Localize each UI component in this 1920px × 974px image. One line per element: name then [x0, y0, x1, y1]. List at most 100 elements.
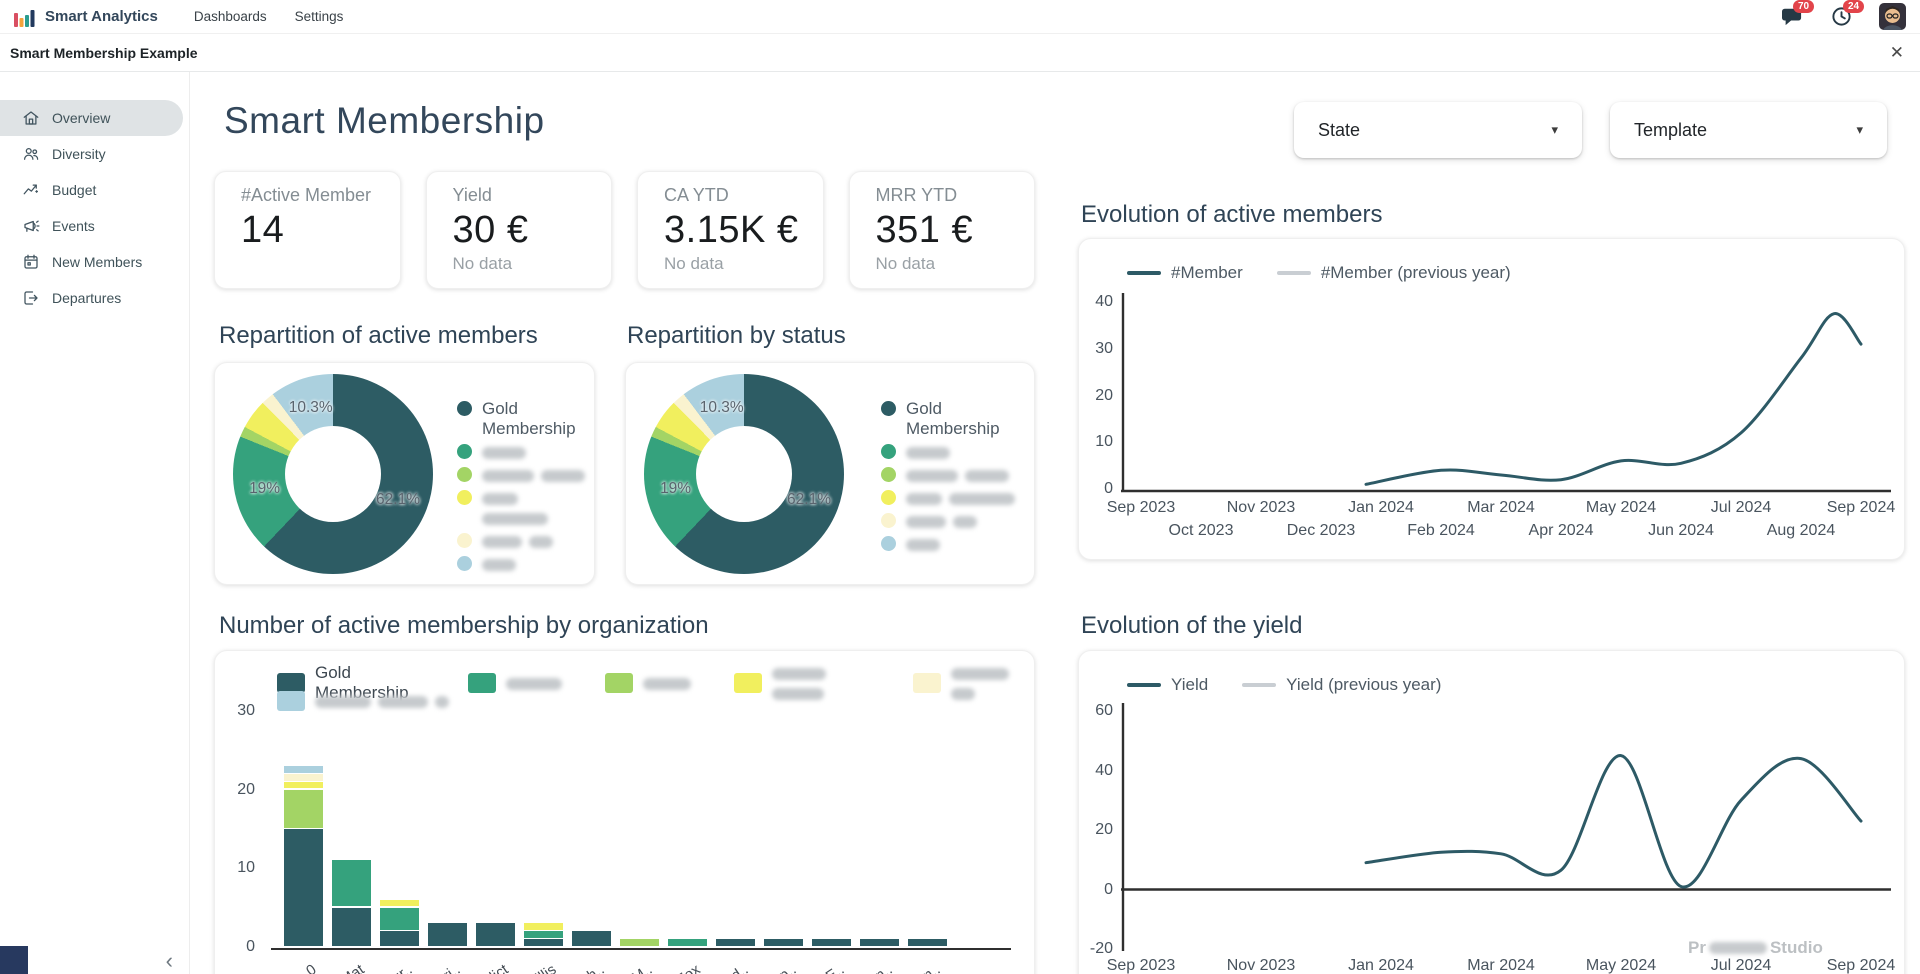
brand[interactable]: Smart Analytics — [14, 7, 158, 27]
bar-legend-row — [277, 691, 456, 711]
legend-item[interactable] — [457, 442, 594, 462]
bar-segment — [332, 860, 371, 906]
legend-redacted — [643, 673, 698, 693]
legend-item[interactable]: Yield — [1127, 675, 1208, 695]
legend-item[interactable]: Gold Membership — [881, 399, 1024, 439]
legend-item[interactable]: #Member — [1127, 263, 1243, 283]
legend-item[interactable] — [734, 663, 877, 703]
legend-swatch — [605, 673, 633, 693]
x-axis-tick: Aug 2024 — [1755, 522, 1847, 540]
legend-item[interactable] — [457, 531, 594, 551]
kpi-label: CA YTD — [664, 185, 813, 206]
legend-redacted — [482, 465, 592, 485]
legend-item[interactable]: Yield (previous year) — [1242, 675, 1441, 695]
sidebar-item-budget[interactable]: Budget — [0, 172, 189, 208]
sidebar-item-new-members[interactable]: New Members — [0, 244, 189, 280]
watermark-text-left: Pr — [1688, 938, 1706, 958]
legend-item[interactable] — [881, 488, 1024, 508]
kpi-note: No data — [453, 254, 602, 274]
x-axis-tick: Jul 2024 — [1695, 957, 1787, 974]
legend-dot — [457, 490, 472, 505]
section-title-evolution-members: Evolution of active members — [1081, 201, 1382, 229]
filter-template[interactable]: Template▾ — [1610, 102, 1887, 158]
x-axis-tick: Sep 2023 — [1095, 499, 1187, 517]
brand-name: Smart Analytics — [45, 8, 158, 25]
redacted-text — [953, 516, 977, 528]
section-title-evolution-yield: Evolution of the yield — [1081, 612, 1302, 640]
y-axis-tick: 0 — [1083, 881, 1113, 899]
legend-item[interactable] — [457, 488, 594, 528]
sidebar-item-diversity[interactable]: Diversity — [0, 136, 189, 172]
legend-item[interactable]: Gold Membership — [457, 399, 594, 439]
sidebar-item-events[interactable]: Events — [0, 208, 189, 244]
legend-item[interactable] — [881, 511, 1024, 531]
legend-item[interactable] — [605, 663, 698, 703]
redacted-text — [906, 493, 942, 505]
legend-redacted — [315, 691, 456, 711]
x-axis-tick: Jul 2024 — [1695, 499, 1787, 517]
legend-dot — [881, 467, 896, 482]
close-icon[interactable]: ✕ — [1890, 43, 1904, 63]
sidebar-item-label: Overview — [52, 110, 110, 126]
x-axis-tick: Jan 2024 — [1335, 957, 1427, 974]
chat-notification-icon[interactable]: 70 — [1781, 6, 1805, 28]
legend-line-swatch — [1127, 683, 1161, 687]
redacted-text — [643, 678, 691, 690]
nav-menu-settings[interactable]: Settings — [295, 9, 344, 24]
legend-redacted — [906, 465, 1016, 485]
kpi-row: #Active Member14Yield30 €No dataCA YTD3.… — [214, 171, 1035, 289]
donut-slice-label: 62.1% — [787, 491, 831, 509]
legend-swatch — [277, 691, 305, 711]
sidebar-item-overview[interactable]: Overview — [0, 100, 183, 136]
x-axis-tick: Mar 2024 — [1455, 957, 1547, 974]
x-axis-tick: Jan 2024 — [1335, 499, 1427, 517]
legend-line-swatch — [1242, 683, 1276, 687]
legend-item[interactable] — [913, 663, 1034, 703]
kpi-card-yield: Yield30 €No data — [426, 171, 613, 289]
legend-item[interactable] — [881, 465, 1024, 485]
sidebar-item-departures[interactable]: Departures — [0, 280, 189, 316]
kpi-note: No data — [876, 254, 1025, 274]
donut-slice-label: 19% — [660, 480, 691, 498]
legend-swatch — [277, 673, 305, 693]
legend-item[interactable]: #Member (previous year) — [1277, 263, 1511, 283]
document-title-bar: Smart Membership Example ✕ — [0, 34, 1920, 72]
bar-segment — [428, 923, 467, 945]
legend-redacted — [482, 488, 594, 528]
legend-item[interactable] — [468, 663, 569, 703]
y-axis-tick: 10 — [225, 859, 255, 877]
line-legend: Yield Yield (previous year) — [1127, 675, 1441, 695]
watermark-redacted — [1709, 942, 1767, 954]
legend-item[interactable] — [457, 554, 594, 574]
bar-segment — [284, 829, 323, 946]
clock-notification-icon[interactable]: 24 — [1831, 6, 1855, 28]
bar-segment — [332, 908, 371, 946]
legend-item[interactable] — [881, 534, 1024, 554]
filter-state[interactable]: State▾ — [1294, 102, 1582, 158]
bar-segment — [284, 774, 323, 781]
page-title: Smart Membership — [224, 100, 545, 142]
top-nav: Smart Analytics Dashboards Settings 70 24 — [0, 0, 1920, 34]
kpi-card-mrr-ytd: MRR YTD351 €No data — [849, 171, 1036, 289]
bar-segment — [524, 923, 563, 930]
legend-dot — [881, 490, 896, 505]
bar-segment — [476, 923, 515, 945]
x-axis-tick: Nov 2023 — [1215, 499, 1307, 517]
avatar[interactable] — [1879, 3, 1906, 30]
trend-icon — [22, 181, 40, 199]
bar-segment — [524, 931, 563, 938]
y-axis-tick: 40 — [1083, 293, 1113, 311]
legend-item[interactable] — [881, 442, 1024, 462]
y-axis-tick: 20 — [225, 781, 255, 799]
legend-line-swatch — [1277, 271, 1311, 275]
donut-slice-label: 10.3% — [289, 399, 333, 417]
donut-card-members: 62.1%19%10.3%Gold Membership — [214, 362, 595, 585]
legend-item[interactable] — [277, 691, 456, 711]
legend-redacted — [482, 554, 523, 574]
legend-item[interactable] — [457, 465, 594, 485]
sidebar-collapse-button[interactable]: ‹ — [166, 948, 173, 974]
x-axis-tick: Dec 2023 — [1275, 522, 1367, 540]
legend-redacted — [906, 442, 957, 462]
legend-label: #Member — [1171, 263, 1243, 283]
nav-menu-dashboards[interactable]: Dashboards — [194, 9, 267, 24]
